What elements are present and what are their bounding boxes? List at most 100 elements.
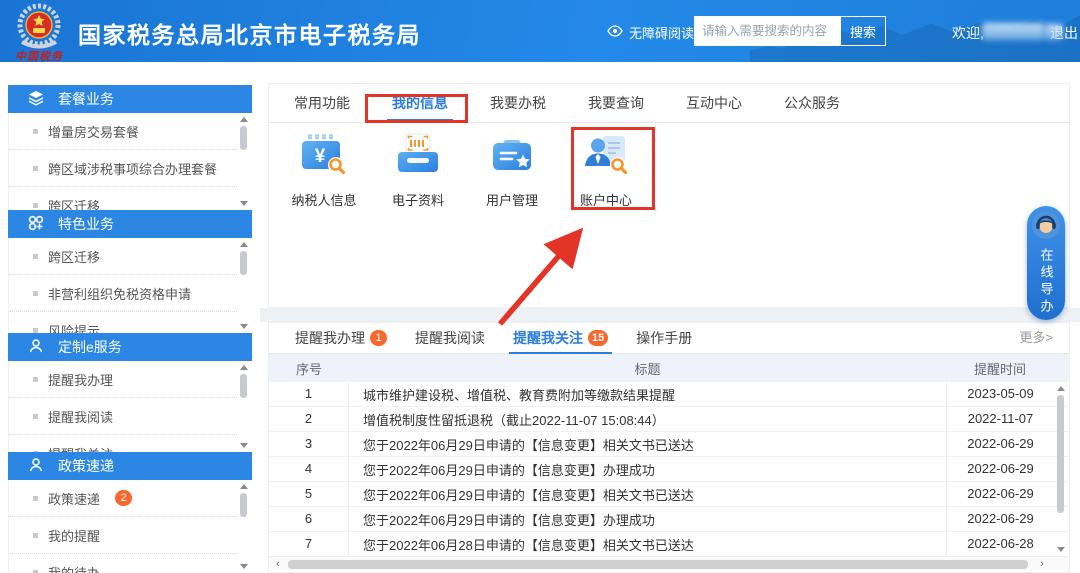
sidebar-item-label: 提醒我阅读: [48, 407, 113, 426]
bullet-icon: [33, 328, 38, 333]
table-horizontal-scrollbar[interactable]: ‹ ›: [270, 556, 1068, 571]
search-button[interactable]: 搜索: [840, 16, 886, 46]
chevron-down-icon[interactable]: [240, 443, 248, 448]
tab-inquiry[interactable]: 我要查询: [567, 84, 665, 122]
sidebar-item-list: 跨区迁移 非营利组织免税资格申请 风险提示: [8, 238, 252, 333]
chevron-down-icon[interactable]: [240, 324, 248, 329]
sidebar-item[interactable]: 跨区迁移: [9, 238, 237, 275]
chevron-up-icon[interactable]: [240, 242, 248, 247]
chevron-up-icon[interactable]: [240, 365, 248, 370]
sidebar-item[interactable]: 提醒我阅读: [9, 398, 237, 435]
sidebar-item-list: 提醒我办理 提醒我阅读 提醒我关注: [8, 361, 252, 452]
column-header-time: 提醒时间: [946, 359, 1054, 378]
user-icon: [28, 457, 44, 476]
sidebar-section-policy-express[interactable]: 政策速递: [8, 452, 252, 480]
quick-link-taxpayer-info[interactable]: ¥ 纳税人信息: [277, 132, 371, 209]
tab-my-information[interactable]: 我的信息: [371, 84, 469, 122]
table-row[interactable]: 1 城市维护建设税、增值税、教育费附加等缴款结果提醒 2023-05-09: [269, 382, 1069, 407]
scrollbar-thumb[interactable]: [240, 251, 247, 275]
sidebar-item[interactable]: 政策速递 2: [9, 480, 237, 517]
search-box: 搜索: [694, 16, 886, 46]
chevron-left-icon[interactable]: ‹: [270, 557, 286, 571]
tab-public-service[interactable]: 公众服务: [763, 84, 861, 122]
privacy-blur-username: [982, 23, 1044, 40]
row-date: 2022-06-28: [946, 532, 1054, 556]
quick-link-user-management[interactable]: 用户管理: [465, 132, 559, 209]
scrollbar-thumb[interactable]: [240, 126, 247, 150]
table-vertical-scrollbar[interactable]: [1054, 383, 1068, 555]
sidebar-item[interactable]: 增量房交易套餐: [9, 113, 237, 150]
row-title: 城市维护建设税、增值税、教育费附加等缴款结果提醒: [349, 385, 946, 404]
bullet-icon: [33, 570, 38, 573]
chevron-down-icon[interactable]: [240, 564, 248, 569]
more-link[interactable]: 更多>: [1019, 323, 1053, 353]
sidebar-item[interactable]: 我的待办: [9, 554, 237, 573]
scrollbar-thumb[interactable]: [288, 560, 1028, 569]
chevron-down-icon[interactable]: [1057, 547, 1065, 552]
sidebar-section-combo-business[interactable]: 套餐业务: [8, 85, 252, 113]
tab-remind-me-follow[interactable]: 提醒我关注 15: [499, 323, 622, 353]
sidebar-item[interactable]: 提醒我办理: [9, 361, 237, 398]
sidebar-section-special-business[interactable]: 特色业务: [8, 210, 252, 238]
sidebar-section-title: 特色业务: [58, 214, 114, 234]
table-row[interactable]: 7 您于2022年06月28日申请的【信息变更】相关文书已送达 2022-06-…: [269, 532, 1069, 557]
bullet-icon: [33, 496, 38, 501]
sidebar-item[interactable]: 跨区域涉税事项综合办理套餐: [9, 150, 237, 187]
bullet-icon: [33, 377, 38, 382]
chevron-up-icon[interactable]: [240, 117, 248, 122]
tab-label: 操作手册: [636, 323, 692, 353]
tab-interaction-center[interactable]: 互动中心: [665, 84, 763, 122]
sidebar-item[interactable]: 风险提示: [9, 312, 237, 333]
sidebar-item[interactable]: 非营利组织免税资格申请: [9, 275, 237, 312]
page-title: 国家税务总局北京市电子税务局: [78, 16, 421, 50]
row-date: 2022-11-07: [946, 407, 1054, 431]
table-row[interactable]: 5 您于2022年06月29日申请的【信息变更】相关文书已送达 2022-06-…: [269, 482, 1069, 507]
sidebar-item[interactable]: 我的提醒: [9, 517, 237, 554]
chevron-down-icon[interactable]: [240, 201, 248, 206]
tab-remind-me-handle[interactable]: 提醒我办理 1: [281, 323, 401, 353]
tab-remind-me-read[interactable]: 提醒我阅读: [401, 323, 499, 353]
row-date: 2022-06-29: [946, 482, 1054, 506]
row-date: 2022-06-29: [946, 507, 1054, 531]
scrollbar-thumb[interactable]: [1057, 395, 1064, 513]
reminder-tab-bar: 提醒我办理 1 提醒我阅读 提醒我关注 15 操作手册 更多>: [269, 323, 1069, 354]
scrollbar-thumb[interactable]: [240, 493, 247, 517]
column-header-title: 标题: [349, 359, 946, 378]
chevron-up-icon[interactable]: [240, 484, 248, 489]
chevron-up-icon[interactable]: [1057, 386, 1065, 391]
quick-link-account-center[interactable]: 账户中心: [559, 132, 653, 209]
search-input[interactable]: [694, 16, 840, 46]
quick-link-label: 纳税人信息: [291, 190, 356, 209]
accessibility-toggle[interactable]: 无障碍阅读: [607, 23, 694, 42]
row-index: 7: [269, 532, 349, 556]
tab-common-functions[interactable]: 常用功能: [273, 84, 371, 122]
table-row[interactable]: 3 您于2022年06月29日申请的【信息变更】相关文书已送达 2022-06-…: [269, 432, 1069, 457]
tab-operation-manual[interactable]: 操作手册: [622, 323, 706, 353]
chevron-right-icon[interactable]: ›: [1034, 557, 1050, 571]
bullet-icon: [33, 291, 38, 296]
online-guide-button[interactable]: 在线导办: [1027, 206, 1065, 320]
table-row[interactable]: 6 您于2022年06月29日申请的【信息变更】办理成功 2022-06-29: [269, 507, 1069, 532]
sidebar-item[interactable]: 跨区迁移: [9, 187, 237, 210]
guide-avatar-icon: [1031, 210, 1061, 245]
stack-icon: [28, 90, 44, 109]
bullet-icon: [33, 414, 38, 419]
sidebar-scrollbar[interactable]: [238, 362, 251, 451]
quick-link-e-documents[interactable]: 电子资料: [371, 132, 465, 209]
sidebar-scrollbar[interactable]: [238, 239, 251, 332]
sidebar-item[interactable]: 提醒我关注: [9, 435, 237, 452]
scrollbar-thumb[interactable]: [240, 374, 247, 398]
accessibility-label: 无障碍阅读: [629, 23, 694, 42]
row-index: 3: [269, 432, 349, 456]
sidebar-scrollbar[interactable]: [238, 481, 251, 572]
reminder-panel: 提醒我办理 1 提醒我阅读 提醒我关注 15 操作手册 更多> 序号 标题 提醒…: [268, 322, 1070, 573]
sidebar-scrollbar[interactable]: [238, 114, 251, 209]
table-row[interactable]: 2 增值税制度性留抵退税（截止2022-11-07 15:08:44） 2022…: [269, 407, 1069, 432]
tab-tax-handling[interactable]: 我要办税: [469, 84, 567, 122]
sidebar-section-custom-eservice[interactable]: 定制e服务: [8, 333, 252, 361]
header-bar: 中国税务 国家税务总局北京市电子税务局 无障碍阅读 搜索 欢迎, 退出: [0, 0, 1080, 62]
grid-icon: [28, 215, 44, 234]
table-row[interactable]: 4 您于2022年06月29日申请的【信息变更】办理成功 2022-06-29: [269, 457, 1069, 482]
sidebar-item-list: 政策速递 2 我的提醒 我的待办: [8, 480, 252, 573]
sidebar-section-title: 定制e服务: [58, 337, 122, 357]
